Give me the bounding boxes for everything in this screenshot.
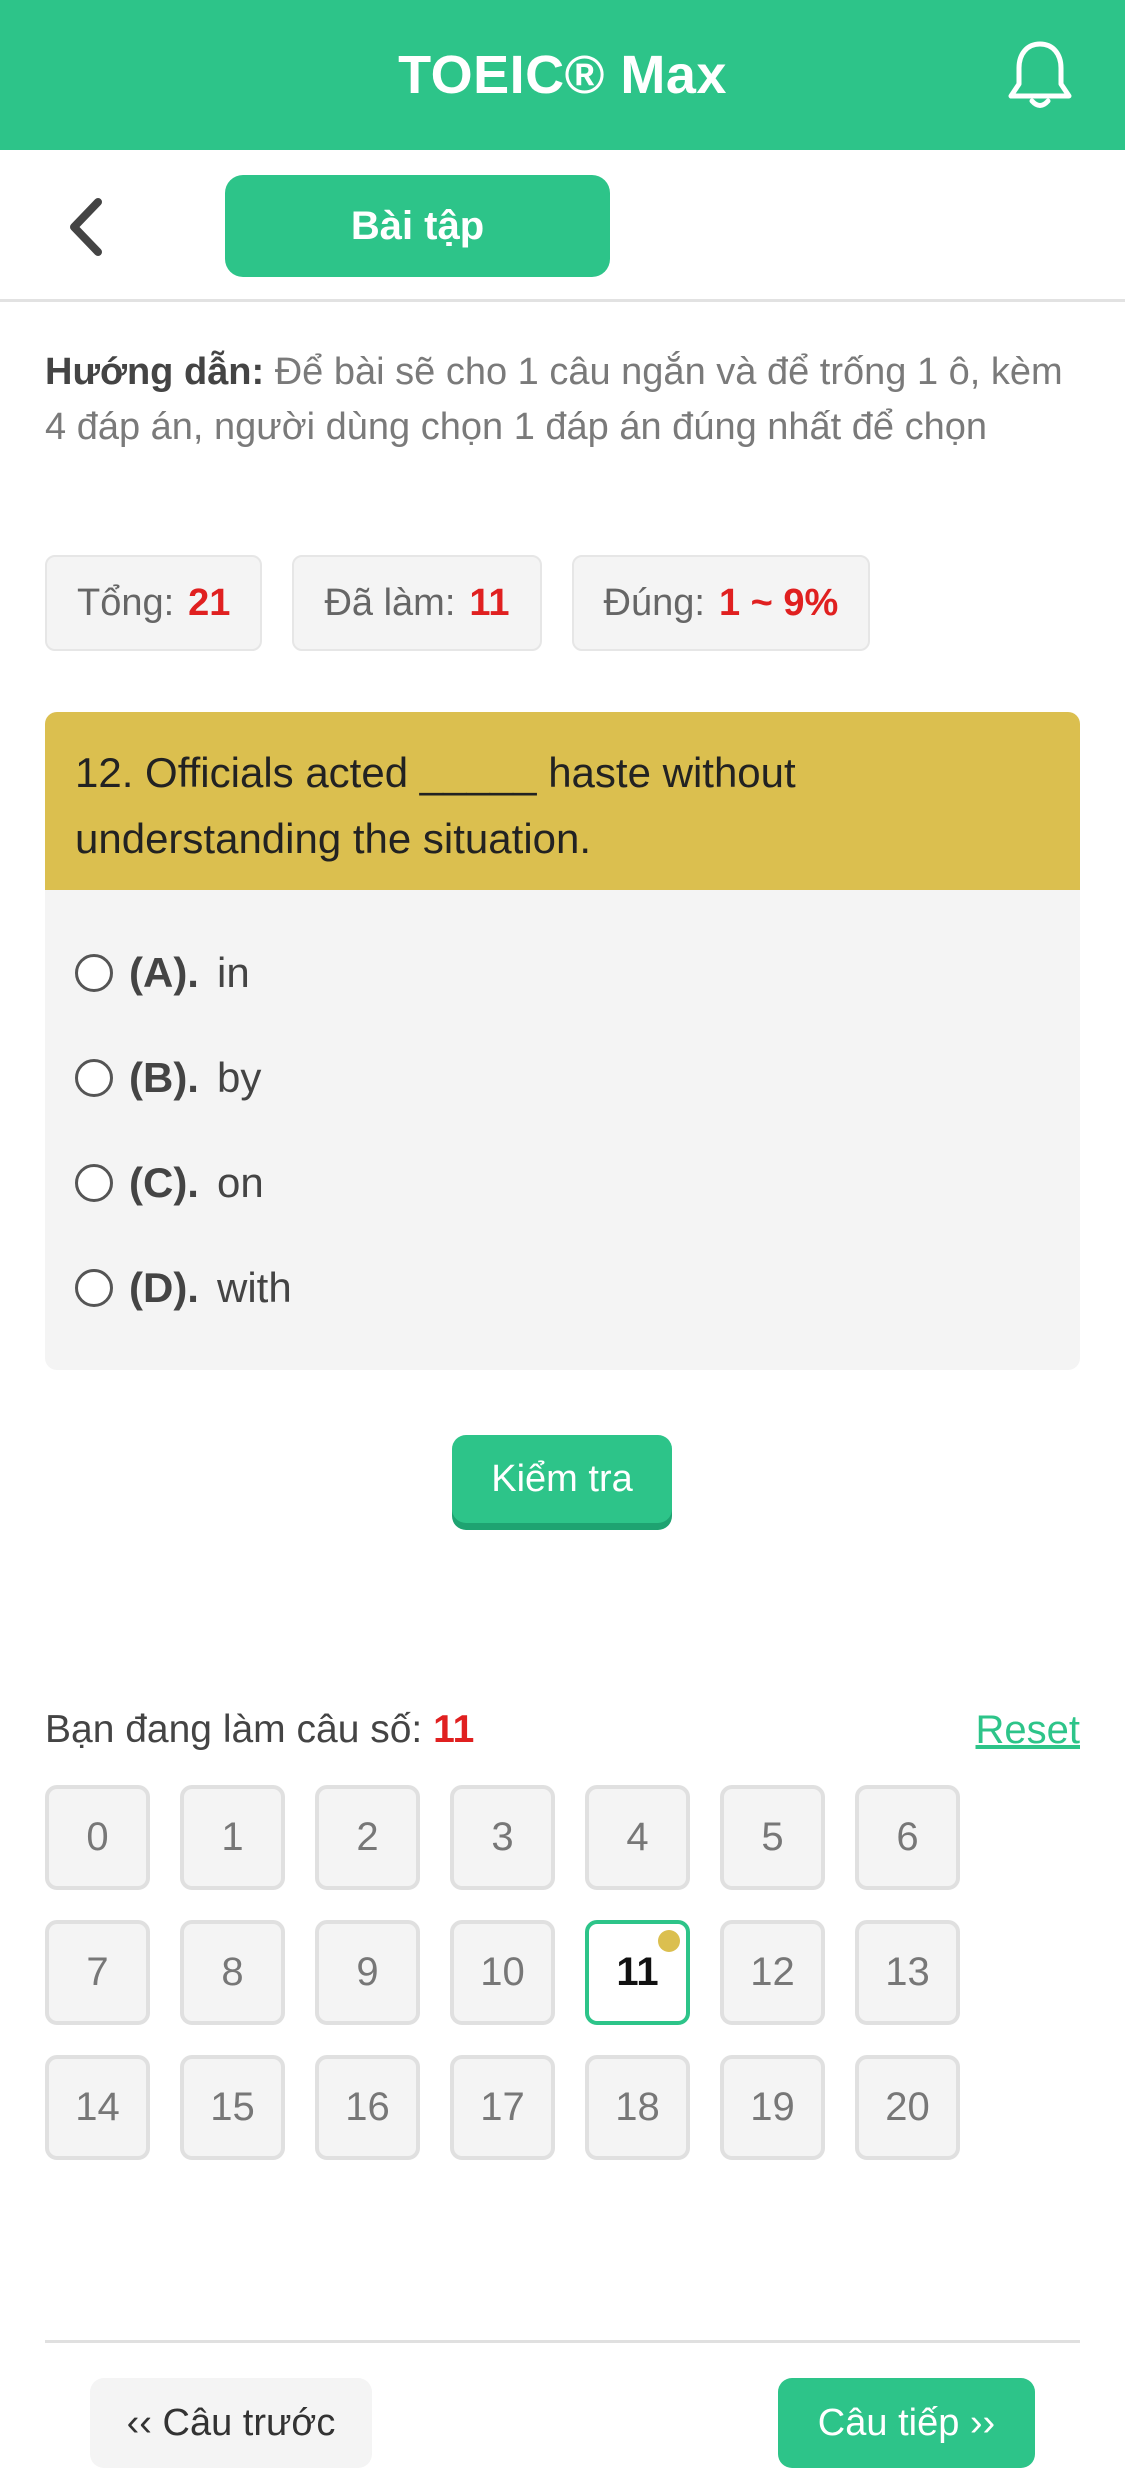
stat-correct-label: Đúng: [603, 581, 705, 624]
question-number-cell[interactable]: 2 [315, 1785, 420, 1890]
instructions-label: Hướng dẫn: [45, 351, 265, 393]
question-number-label: 7 [86, 1950, 109, 1994]
question-number-cell[interactable]: 9 [315, 1920, 420, 2025]
question-number-label: 11 [616, 1950, 659, 1994]
question-number-cell[interactable]: 3 [450, 1785, 555, 1890]
question-number-label: 13 [885, 1950, 930, 1994]
answer-option-c[interactable]: (C). on [45, 1130, 1080, 1235]
question-number-cell[interactable]: 7 [45, 1920, 150, 2025]
question-number-cell[interactable]: 19 [720, 2055, 825, 2160]
option-text: by [216, 1053, 262, 1101]
current-question-indicator: Bạn đang làm câu số: 11 [45, 1708, 474, 1752]
question-number-label: 17 [480, 2085, 525, 2129]
question-number-label: 18 [615, 2085, 660, 2129]
status-dot [658, 1930, 680, 1952]
reset-link[interactable]: Reset [976, 1708, 1081, 1753]
question-text: 12. Officials acted _____ haste without … [45, 712, 1080, 890]
question-number-label: 0 [86, 1815, 109, 1859]
question-card: 12. Officials acted _____ haste without … [45, 712, 1080, 1370]
question-number-grid: 0 1 2 3 4 5 6 7 8 9 10 11 12 13 14 15 16 17 18 19 20 [45, 1785, 960, 2160]
option-key: (B). [129, 1053, 199, 1101]
option-text: in [216, 948, 250, 996]
check-answer-button[interactable]: Kiểm tra [452, 1435, 672, 1523]
question-number-cell[interactable]: 18 [585, 2055, 690, 2160]
answer-option-d[interactable]: (D). with [45, 1235, 1080, 1340]
app-title: TOEIC® Max [398, 45, 727, 105]
progress-row: Bạn đang làm câu số: 11 Reset [45, 1700, 1080, 1760]
question-number-label: 4 [626, 1815, 649, 1859]
question-number-cell[interactable]: 1 [180, 1785, 285, 1890]
stat-total-label: Tổng: [77, 581, 175, 624]
stat-done-value: 11 [469, 581, 510, 624]
instructions-text: Hướng dẫn: Để bài sẽ cho 1 câu ngắn và đ… [45, 345, 1085, 455]
question-number-cell[interactable]: 12 [720, 1920, 825, 2025]
question-number-label: 2 [356, 1815, 379, 1859]
question-number-label: 15 [210, 2085, 255, 2129]
question-number-label: 1 [221, 1815, 244, 1859]
answer-option-b[interactable]: (B). by [45, 1025, 1080, 1130]
stat-done-label: Đã làm: [324, 581, 456, 624]
question-number-cell[interactable]: 10 [450, 1920, 555, 2025]
answer-option-a[interactable]: (A). in [45, 920, 1080, 1025]
question-number-label: 5 [761, 1815, 784, 1859]
option-key: (A). [129, 948, 199, 996]
question-number-label: 12 [750, 1950, 795, 1994]
question-number-label: 6 [896, 1815, 919, 1859]
chevron-left-icon[interactable] [62, 192, 112, 262]
option-text: on [216, 1158, 264, 1206]
current-question-label: Bạn đang làm câu số: [45, 1708, 423, 1751]
stat-total: Tổng: 21 [45, 555, 263, 651]
question-number-label: 14 [75, 2085, 120, 2129]
question-number-cell[interactable]: 5 [720, 1785, 825, 1890]
question-number-cell[interactable]: 0 [45, 1785, 150, 1890]
radio-button[interactable] [75, 1268, 113, 1307]
question-number-cell[interactable]: 15 [180, 2055, 285, 2160]
question-number-label: 19 [750, 2085, 795, 2129]
question-number-cell[interactable]: 17 [450, 2055, 555, 2160]
radio-button[interactable] [75, 1058, 113, 1097]
tab-exercises[interactable]: Bài tập [225, 175, 610, 277]
answer-options: (A). in (B). by (C). on (D). with [45, 890, 1080, 1340]
question-number-cell[interactable]: 16 [315, 2055, 420, 2160]
question-number-cell[interactable]: 13 [855, 1920, 960, 2025]
question-number-label: 8 [221, 1950, 244, 1994]
question-number-cell[interactable]: 4 [585, 1785, 690, 1890]
previous-question-button[interactable]: ‹‹ Câu trước [90, 2378, 372, 2468]
question-number-label: 9 [356, 1950, 379, 1994]
option-text: with [216, 1263, 292, 1311]
option-key: (C). [129, 1158, 199, 1206]
option-key: (D). [129, 1263, 199, 1311]
stat-correct: Đúng: 1 ~ 9% [571, 555, 871, 651]
stat-correct-value: 1 ~ 9% [718, 581, 839, 624]
current-question-number: 11 [433, 1708, 475, 1751]
next-question-button[interactable]: Câu tiếp ›› [778, 2378, 1035, 2468]
question-number-cell[interactable]: 14 [45, 2055, 150, 2160]
question-number-cell[interactable]: 6 [855, 1785, 960, 1890]
question-number-label: 16 [345, 2085, 390, 2129]
radio-button[interactable] [75, 1163, 113, 1202]
question-number-cell[interactable]: 20 [855, 2055, 960, 2160]
app-header: TOEIC® Max [0, 0, 1125, 150]
question-number-label: 20 [885, 2085, 930, 2129]
divider [45, 2340, 1080, 2343]
radio-button[interactable] [75, 953, 113, 992]
stat-done: Đã làm: 11 [292, 555, 542, 651]
stat-total-value: 21 [188, 581, 231, 624]
question-number-label: 10 [480, 1950, 525, 1994]
bell-icon[interactable] [1005, 38, 1075, 112]
question-number-cell[interactable]: 11 [585, 1920, 690, 2025]
question-number-cell[interactable]: 8 [180, 1920, 285, 2025]
sub-navigation-bar: Bài tập [0, 150, 1125, 302]
stats-row: Tổng: 21 Đã làm: 11 Đúng: 1 ~ 9% [45, 555, 871, 651]
question-number-label: 3 [491, 1815, 514, 1859]
